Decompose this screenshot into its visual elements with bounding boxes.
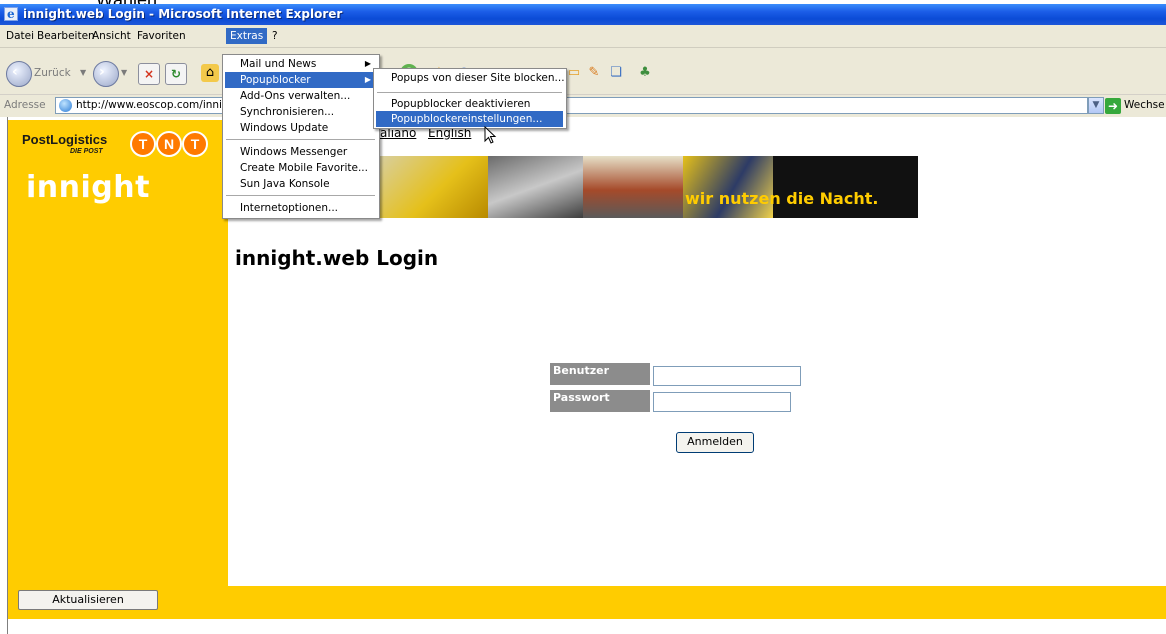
back-label[interactable]: Zurück: [34, 67, 71, 79]
address-bar: Adresse http://www.eoscop.com/innight ▼ …: [0, 94, 1166, 117]
menu-item-java-console[interactable]: Sun Java Konsole: [225, 176, 376, 192]
go-button-label[interactable]: Wechse: [1124, 99, 1165, 111]
back-icon[interactable]: ‹: [6, 61, 32, 87]
address-input[interactable]: http://www.eoscop.com/innight: [55, 97, 1088, 114]
stop-icon[interactable]: ×: [138, 63, 160, 85]
edit-icon[interactable]: ✎: [585, 64, 603, 82]
mouse-cursor-icon: [484, 126, 497, 144]
research-icon[interactable]: ❏: [607, 64, 625, 82]
banner-photo-loading: [488, 156, 583, 218]
banner-slogan: wir nutzen die Nacht.: [685, 189, 879, 208]
menu-item-popupblocker[interactable]: Popupblocker ▶: [225, 72, 376, 88]
extras-menu: Mail und News ▶ Popupblocker ▶ Add-Ons ver…: [222, 54, 380, 219]
banner-photo-courier: [683, 156, 773, 218]
address-dropdown-icon[interactable]: ▼: [1088, 97, 1104, 114]
menu-item-internet-options[interactable]: Internetoptionen...: [225, 200, 376, 216]
submenu-item-block-site[interactable]: Popups von dieser Site blocken...: [376, 70, 565, 86]
innight-logo: innight: [26, 170, 150, 205]
username-label: Benutzer: [550, 363, 650, 385]
home-icon[interactable]: ⌂: [201, 64, 219, 82]
menu-extras[interactable]: Extras: [226, 28, 268, 44]
toolbar: ‹ Zurück ▼ › ▼ × ↻ ⌂ ● ☆ ◷ ▭ ✎ ❏ ♣: [0, 48, 1166, 94]
menu-separator: [377, 92, 562, 93]
window-titlebar[interactable]: e innight.web Login - Microsoft Internet…: [0, 4, 1166, 25]
tnt-logo-t1: T: [130, 131, 156, 157]
refresh-button[interactable]: Aktualisieren: [18, 590, 158, 610]
popupblocker-submenu: Popups von dieser Site blocken... Popupb…: [373, 68, 567, 129]
banner-image: [378, 156, 918, 218]
submenu-item-settings[interactable]: Popupblockereinstellungen...: [376, 111, 563, 127]
menu-item-windows-update[interactable]: Windows Update: [225, 120, 376, 136]
diepost-logo: DIE POST: [70, 148, 103, 155]
tnt-logo-t2: T: [182, 131, 208, 157]
menubar: Datei Bearbeiten Ansicht Favoriten Extra…: [0, 25, 1166, 48]
username-input[interactable]: [653, 366, 801, 386]
go-arrow-icon[interactable]: ➜: [1105, 98, 1121, 114]
forward-dropdown-icon[interactable]: ▼: [121, 68, 127, 77]
menu-separator: [226, 139, 375, 140]
submenu-arrow-icon: ▶: [364, 75, 371, 84]
banner-photo-van: [378, 156, 488, 218]
login-button[interactable]: Anmelden: [676, 432, 754, 453]
menu-item-label: Popupblocker: [240, 74, 311, 86]
submenu-item-disable[interactable]: Popupblocker deaktivieren: [376, 96, 563, 112]
ie-icon: e: [4, 7, 18, 21]
tnt-logo-n: N: [156, 131, 182, 157]
address-label: Adresse: [4, 99, 46, 111]
menu-item-mobile-favorite[interactable]: Create Mobile Favorite...: [225, 160, 376, 176]
folder-icon[interactable]: ▭: [565, 64, 583, 82]
menu-item-label: Mail und News: [240, 58, 317, 70]
menu-item-sync[interactable]: Synchronisieren...: [225, 104, 376, 120]
menu-item-addons[interactable]: Add-Ons verwalten...: [225, 88, 376, 104]
menu-ansicht[interactable]: Ansicht: [88, 28, 135, 44]
menu-item-messenger[interactable]: Windows Messenger: [225, 144, 376, 160]
messenger-icon[interactable]: ♣: [636, 64, 654, 82]
postlogistics-logo: PostLogistics: [22, 132, 108, 147]
menu-item-mail-news[interactable]: Mail und News ▶: [225, 56, 376, 72]
page-icon: [59, 99, 72, 112]
password-label: Passwort: [550, 390, 650, 412]
refresh-icon[interactable]: ↻: [165, 63, 187, 85]
forward-icon[interactable]: ›: [93, 61, 119, 87]
menu-separator: [226, 195, 375, 196]
submenu-arrow-icon: ▶: [364, 59, 371, 68]
menu-help[interactable]: ?: [268, 28, 282, 44]
banner-photo-station: [583, 156, 683, 218]
password-input[interactable]: [653, 392, 791, 412]
back-dropdown-icon[interactable]: ▼: [80, 68, 86, 77]
bottom-bar: [8, 586, 1166, 619]
menu-favoriten[interactable]: Favoriten: [133, 28, 190, 44]
page-title: innight.web Login: [235, 246, 439, 270]
window-title: innight.web Login - Microsoft Internet E…: [23, 7, 343, 21]
